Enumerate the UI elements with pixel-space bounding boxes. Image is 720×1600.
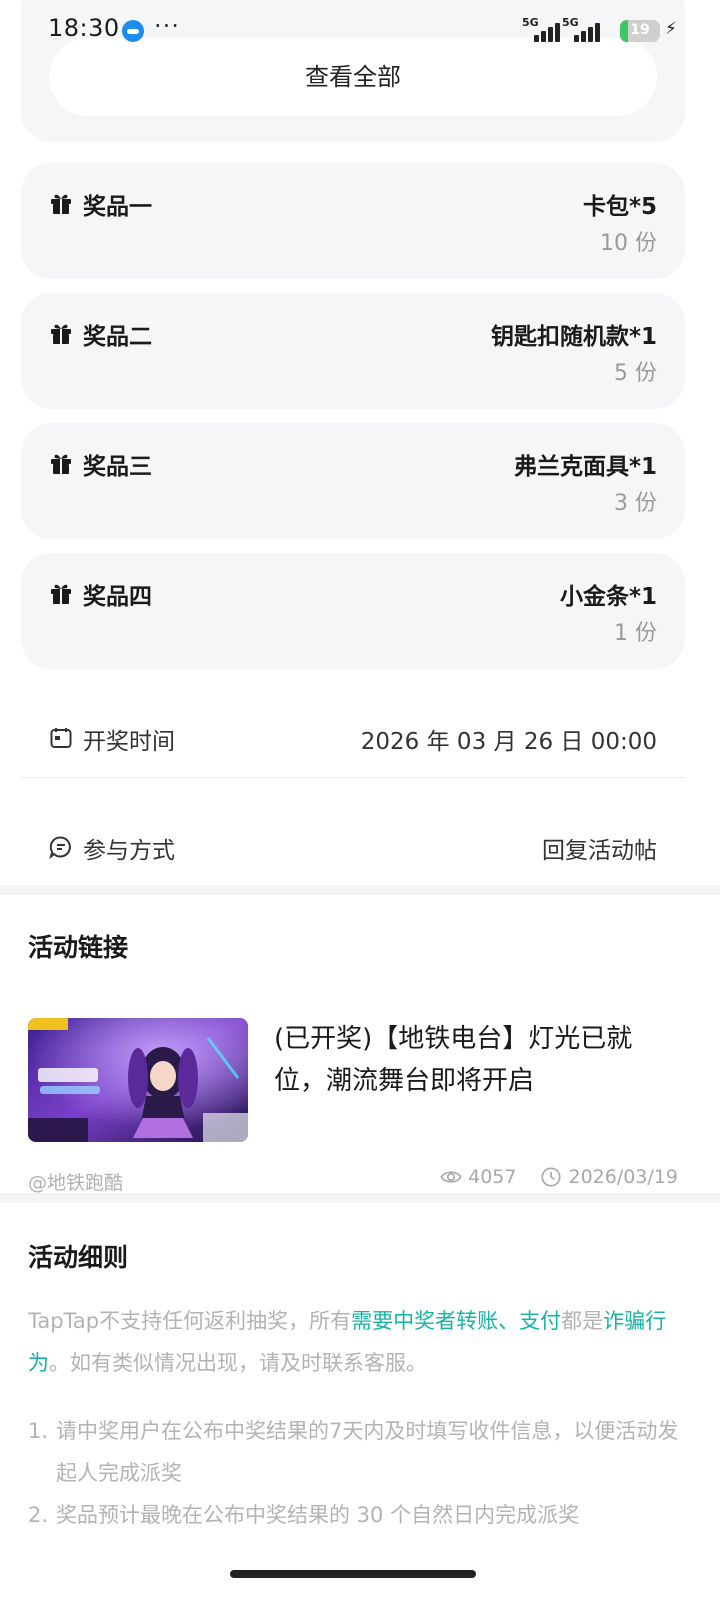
signal-tag: 5G xyxy=(562,16,579,29)
rules-list: 1. 请中奖用户在公布中奖结果的7天内及时填写收件信息，以便活动发起人完成派奖 … xyxy=(28,1410,692,1536)
home-indicator[interactable] xyxy=(230,1570,476,1578)
prize-quantity: 3 份 xyxy=(614,491,657,516)
prize-name: 奖品一 xyxy=(83,194,152,220)
post-thumbnail[interactable] xyxy=(28,1018,248,1142)
battery-level: 19 xyxy=(630,22,650,38)
rules-item-number: 1. xyxy=(28,1419,49,1443)
status-time: 18:30 xyxy=(48,14,120,42)
rules-intro: TapTap不支持任何返利抽奖，所有需要中奖者转账、支付都是诈骗行为。如有类似情… xyxy=(28,1300,692,1384)
gift-icon xyxy=(51,584,71,604)
calendar-icon xyxy=(50,728,72,748)
rules-list-item: 1. 请中奖用户在公布中奖结果的7天内及时填写收件信息，以便活动发起人完成派奖 xyxy=(28,1410,692,1494)
rules-item-number: 2. xyxy=(28,1503,49,1527)
prize-item: 小金条*1 xyxy=(559,584,657,610)
prize-name: 奖品三 xyxy=(83,454,152,480)
rules-item-text: 请中奖用户在公布中奖结果的7天内及时填写收件信息，以便活动发起人完成派奖 xyxy=(56,1419,679,1485)
more-notifications-icon: ··· xyxy=(154,12,180,40)
activity-link-title: 活动链接 xyxy=(28,933,129,962)
rules-list-item: 2. 奖品预计最晚在公布中奖结果的 30 个自然日内完成派奖 xyxy=(28,1494,692,1536)
battery-icon: 19 xyxy=(620,20,660,42)
gift-icon xyxy=(51,194,71,214)
activity-rules-title: 活动细则 xyxy=(28,1243,129,1272)
post-date: 2026/03/19 xyxy=(568,1166,678,1188)
prize-item: 弗兰克面具*1 xyxy=(513,454,657,480)
prize-quantity: 1 份 xyxy=(614,621,657,646)
post-author[interactable]: @地铁跑酷 xyxy=(28,1168,123,1195)
section-separator xyxy=(0,885,720,895)
rules-intro-text: 都是 xyxy=(561,1309,604,1333)
prize-quantity: 5 份 xyxy=(614,361,657,386)
app-notification-icon xyxy=(122,20,144,42)
rules-item-text: 奖品预计最晚在公布中奖结果的 30 个自然日内完成派奖 xyxy=(56,1503,580,1527)
prize-card: 奖品二 钥匙扣随机款*1 5 份 xyxy=(21,293,685,409)
prize-quantity: 10 份 xyxy=(600,231,657,256)
prize-name: 奖品四 xyxy=(83,584,152,610)
participation-value: 回复活动帖 xyxy=(542,838,657,864)
prize-name: 奖品二 xyxy=(83,324,152,350)
draw-time-value: 2026 年 03 月 26 日 00:00 xyxy=(360,729,657,755)
gift-icon xyxy=(51,324,71,344)
prize-item: 卡包*5 xyxy=(582,194,657,220)
rules-intro-text: TapTap不支持任何返利抽奖，所有 xyxy=(28,1309,352,1333)
prize-card: 奖品四 小金条*1 1 份 xyxy=(21,553,685,669)
clock-icon xyxy=(541,1167,562,1187)
prize-item: 钥匙扣随机款*1 xyxy=(490,324,657,350)
status-bar: 18:30 ··· 5G 5G 19 ⚡ xyxy=(0,0,720,60)
participation-label: 参与方式 xyxy=(83,838,175,864)
gift-icon xyxy=(51,454,71,474)
signal-icon: 5G xyxy=(562,16,608,42)
prize-card: 奖品三 弗兰克面具*1 3 份 xyxy=(21,423,685,539)
post-thumbnail-image xyxy=(28,1018,248,1142)
rules-intro-text: 。如有类似情况出现，请及时联系客服。 xyxy=(49,1351,427,1375)
comment-icon xyxy=(49,836,71,859)
divider xyxy=(21,777,685,778)
post-views: 4057 xyxy=(468,1166,517,1188)
draw-time-row: 开奖时间 2026 年 03 月 26 日 00:00 xyxy=(21,688,685,788)
section-separator xyxy=(0,1193,720,1203)
post-title[interactable]: (已开奖)【地铁电台】灯光已就位，潮流舞台即将开启 xyxy=(274,1018,674,1102)
participation-row[interactable]: 参与方式 回复活动帖 xyxy=(21,797,685,897)
post-meta: 4057 2026/03/19 xyxy=(440,1166,678,1188)
signal-tag: 5G xyxy=(522,16,539,29)
eye-icon xyxy=(440,1171,462,1183)
draw-time-label: 开奖时间 xyxy=(83,729,175,755)
prize-card: 奖品一 卡包*5 10 份 xyxy=(21,163,685,279)
charging-icon: ⚡ xyxy=(665,19,677,39)
rules-highlight: 需要中奖者转账、支付 xyxy=(351,1309,562,1333)
